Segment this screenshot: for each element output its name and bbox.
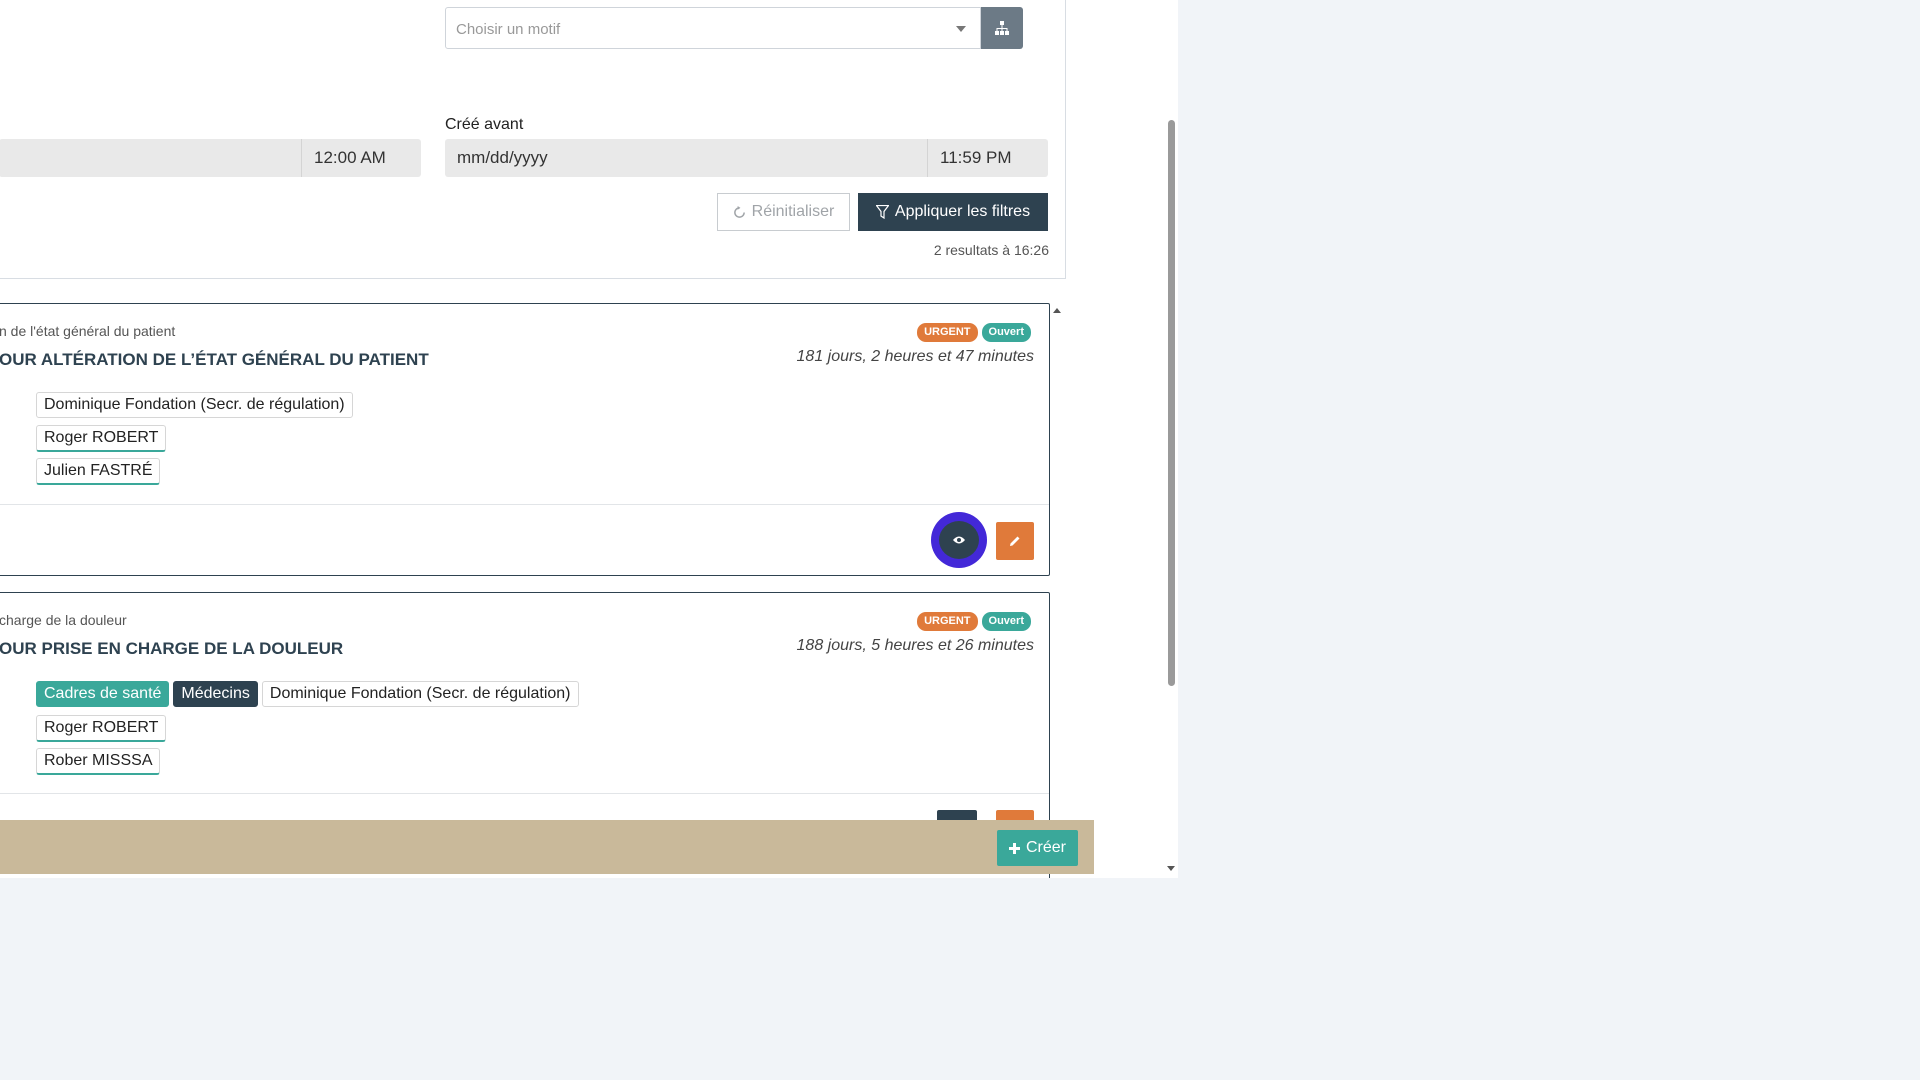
person-row: Roger ROBERT: [36, 425, 167, 452]
view-button-inner: [939, 521, 979, 559]
assignee-row: Dominique Fondation (Secr. de régulation…: [36, 392, 353, 418]
apply-filters-label: Appliquer les filtres: [894, 203, 1031, 220]
ticket-duration: 181 jours, 2 heures et 47 minutes: [796, 348, 1034, 365]
assignee-chip: Dominique Fondation (Secr. de régulation…: [261, 681, 579, 707]
ticket-subtitle: charge de la douleur: [0, 612, 127, 628]
person-chip: Julien FASTRÉ: [36, 458, 161, 485]
filter-panel: Choisir un motif 12:00 AM Créé avant mm/…: [0, 0, 1066, 279]
created-before-label: Créé avant: [445, 116, 524, 133]
edit-button[interactable]: [996, 522, 1034, 560]
scroll-down-icon[interactable]: [1167, 866, 1175, 871]
create-label: Créer: [1025, 839, 1066, 856]
assignee-chip: Dominique Fondation (Secr. de régulation…: [36, 392, 353, 418]
ticket-subtitle: n de l'état général du patient: [0, 323, 176, 339]
card-divider: [0, 504, 1049, 505]
sitemap-icon: [995, 21, 1009, 35]
results-count: 2 resultats à 16:26: [933, 242, 1049, 258]
ticket-card[interactable]: n de l'état général du patient OUR ALTÉR…: [0, 303, 1050, 576]
view-button[interactable]: [931, 512, 987, 568]
filter-icon: [875, 205, 889, 219]
card-divider: [0, 793, 1049, 794]
motif-placeholder: Choisir un motif: [456, 21, 561, 38]
apply-filters-button[interactable]: Appliquer les filtres: [858, 193, 1048, 231]
reset-button[interactable]: Réinitialiser: [717, 193, 850, 231]
person-chip: Roger ROBERT: [36, 715, 167, 742]
created-before-date[interactable]: mm/dd/yyyy: [457, 139, 548, 177]
eye-icon: [953, 536, 965, 544]
ticket-badges: URGENT Ouvert: [917, 612, 1031, 631]
status-badge: Ouvert: [981, 323, 1031, 342]
scrollbar-thumb[interactable]: [1168, 120, 1175, 686]
created-before-field[interactable]: mm/dd/yyyy 11:59 PM: [445, 139, 1048, 177]
person-row: Julien FASTRÉ: [36, 458, 161, 485]
status-badge: Ouvert: [981, 612, 1031, 631]
ticket-badges: URGENT Ouvert: [917, 323, 1031, 342]
ticket-duration: 188 jours, 5 heures et 26 minutes: [796, 637, 1034, 654]
list-scroll-up-icon[interactable]: [1053, 308, 1061, 313]
create-button[interactable]: Créer: [996, 830, 1078, 866]
urgent-badge: URGENT: [917, 323, 978, 342]
created-after-field[interactable]: 12:00 AM: [0, 139, 421, 177]
created-before-time[interactable]: 11:59 PM: [927, 139, 1048, 177]
motif-select[interactable]: Choisir un motif: [445, 7, 981, 49]
assignee-row: Cadres de santé Médecins Dominique Fonda…: [36, 681, 579, 707]
urgent-badge: URGENT: [917, 612, 978, 631]
group-chip: Cadres de santé: [36, 681, 170, 707]
person-chip: Rober MISSSA: [36, 748, 161, 775]
app-viewport: Choisir un motif 12:00 AM Créé avant mm/…: [0, 0, 1178, 878]
person-chip: Roger ROBERT: [36, 425, 167, 452]
page-scrollbar[interactable]: [1164, 0, 1178, 878]
bottom-action-bar: Créer: [0, 820, 1094, 874]
refresh-icon: [733, 205, 745, 218]
hierarchy-button[interactable]: [981, 7, 1023, 49]
plus-icon: [1008, 842, 1020, 854]
pencil-icon: [1010, 536, 1020, 546]
created-after-time[interactable]: 12:00 AM: [301, 139, 421, 177]
person-row: Rober MISSSA: [36, 748, 161, 775]
ticket-title: OUR ALTÉRATION DE L’ÉTAT GÉNÉRAL DU PATI…: [0, 350, 429, 369]
reset-label: Réinitialiser: [751, 203, 835, 220]
chevron-down-icon: [956, 26, 966, 32]
person-row: Roger ROBERT: [36, 715, 167, 742]
ticket-title: OUR PRISE EN CHARGE DE LA DOULEUR: [0, 639, 344, 658]
group-chip: Médecins: [173, 681, 258, 707]
